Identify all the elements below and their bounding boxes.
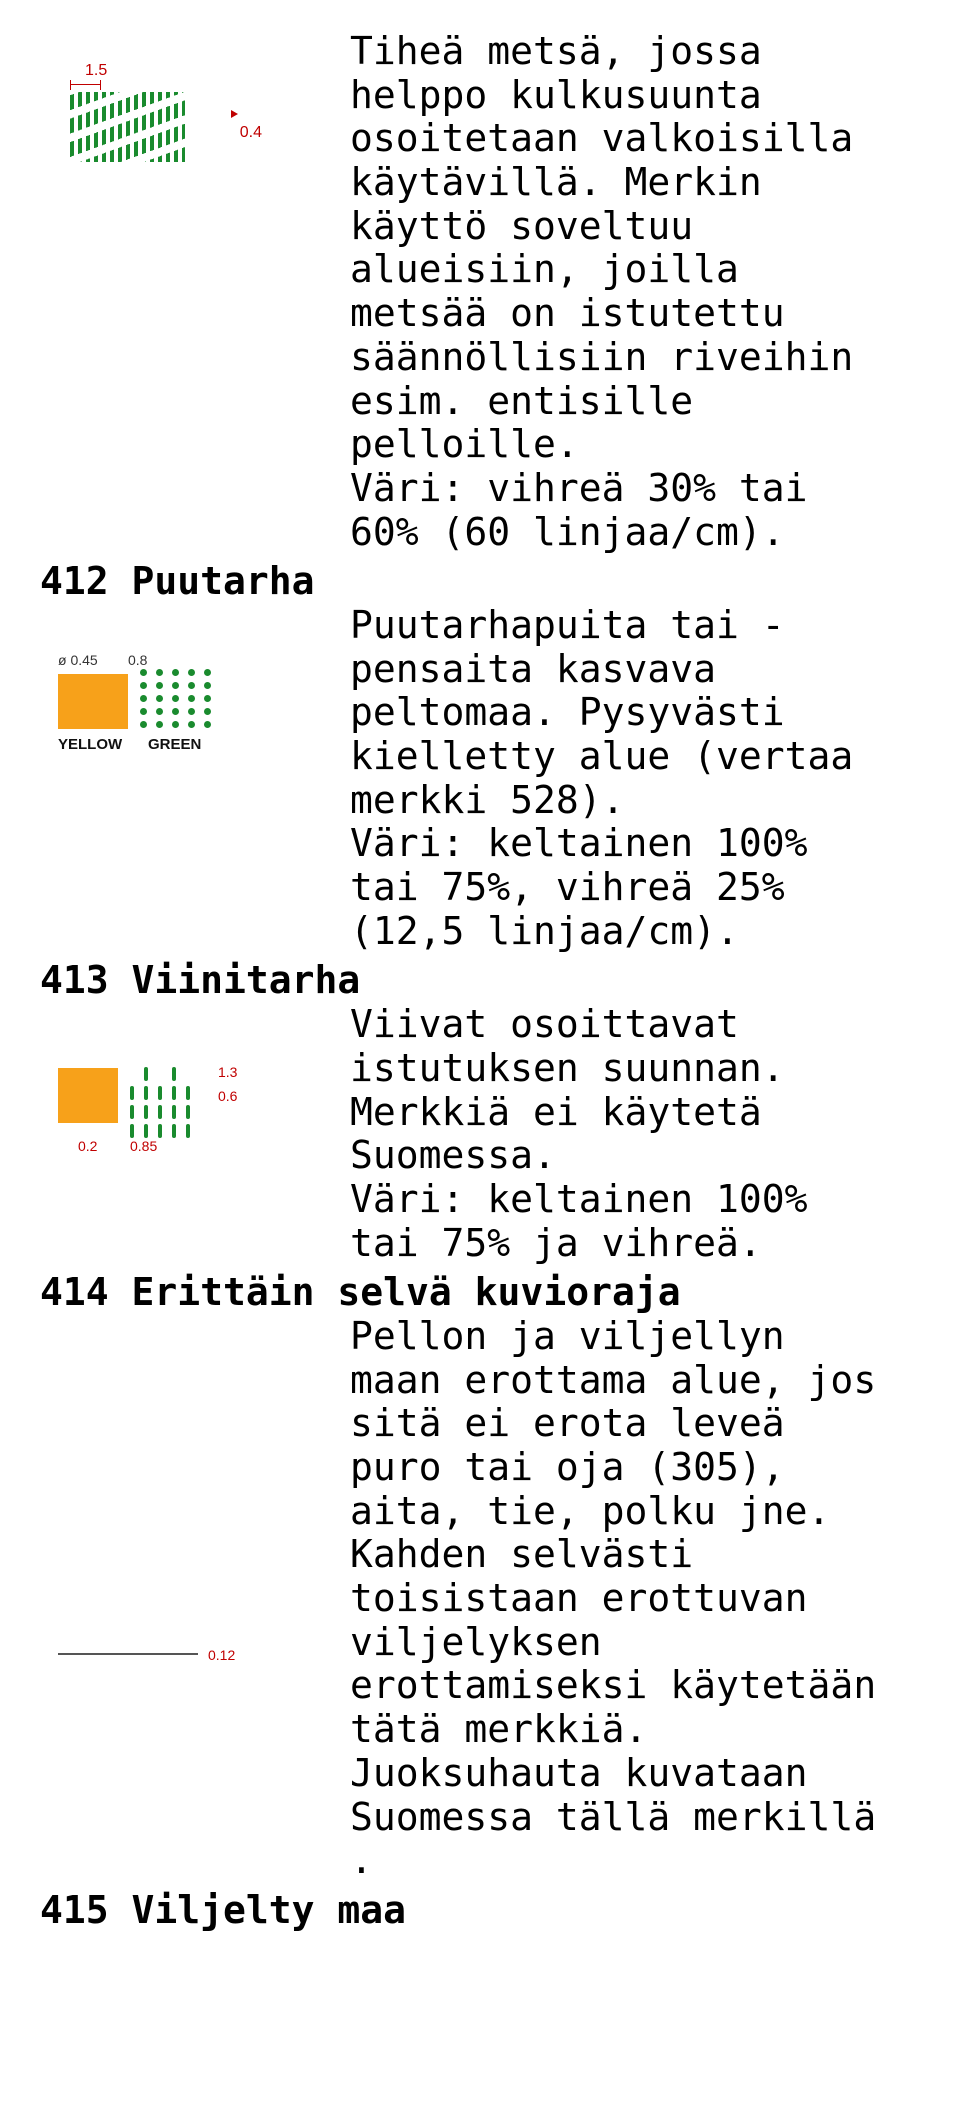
dim-label-0.2: 0.2 — [78, 1138, 97, 1154]
yellow-square-icon — [58, 1068, 118, 1123]
yellow-square-icon — [58, 674, 128, 729]
desc-413: Viivat osoittavat istutuksen suunnan. Me… — [350, 1003, 920, 1265]
dim-label-1.5: 1.5 — [85, 62, 107, 80]
hatch-pattern-icon — [70, 92, 185, 162]
heading-414: 414 Erittäin selvä kuvioraja — [40, 1271, 920, 1315]
symbol-414-boundary-line: 0.12 — [50, 1625, 250, 1685]
heading-412: 412 Puutarha — [40, 560, 920, 604]
symbol-413-vineyard: 1.3 0.6 0.2 0.85 — [50, 1038, 250, 1168]
thin-line-icon — [58, 1653, 198, 1655]
heading-415: 415 Viljelty maa — [40, 1889, 920, 1933]
dim-label-0.4: 0.4 — [240, 124, 262, 142]
section-411: 1.5 0.4 Tiheä metsä, jossa helppo kulkus… — [40, 30, 920, 554]
symbol-411-dense-forest: 1.5 0.4 — [50, 80, 230, 190]
dim-label-0.12: 0.12 — [208, 1647, 235, 1663]
dim-top — [70, 80, 185, 92]
section-414: 0.12 Pellon ja viljellyn maan erottama a… — [40, 1315, 920, 1883]
symbol-412-orchard: ø 0.45 0.8 YELLOW GREEN — [50, 644, 230, 764]
desc-412: Puutarhapuita tai - pensaita kasvava pel… — [350, 604, 920, 954]
desc-414: Pellon ja viljellyn maan erottama alue, … — [350, 1315, 920, 1883]
section-412: ø 0.45 0.8 YELLOW GREEN Puutarhapuita ta… — [40, 604, 920, 954]
arrow-right-icon — [231, 110, 238, 118]
green-dot-grid-icon — [140, 669, 220, 734]
desc-411: Tiheä metsä, jossa helppo kulkusuunta os… — [350, 30, 920, 554]
dim-label-08: 0.8 — [128, 652, 147, 668]
dim-label-0.85: 0.85 — [130, 1138, 157, 1154]
heading-413: 413 Viinitarha — [40, 959, 920, 1003]
label-green: GREEN — [148, 736, 201, 753]
label-yellow: YELLOW — [58, 736, 122, 753]
dim-label-1.3: 1.3 — [218, 1064, 237, 1080]
dim-label-0.6: 0.6 — [218, 1088, 237, 1104]
dim-label-045: ø 0.45 — [58, 652, 98, 668]
page: 1.5 0.4 Tiheä metsä, jossa helppo kulkus… — [0, 0, 960, 2113]
section-413: 1.3 0.6 0.2 0.85 Viivat osoittavat istut… — [40, 1003, 920, 1265]
green-dash-lines-icon — [130, 1058, 230, 1138]
